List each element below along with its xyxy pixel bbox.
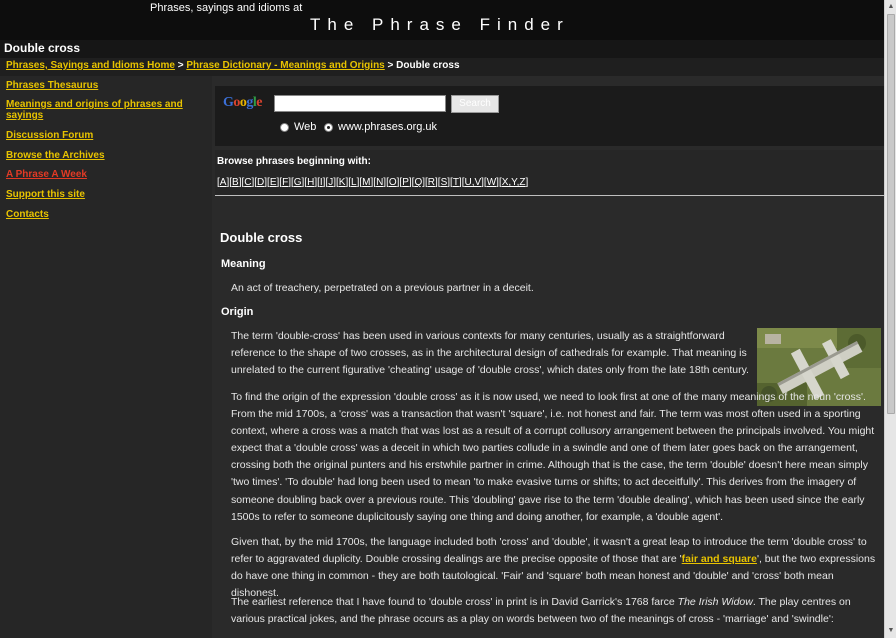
sidebar-item-contacts[interactable]: Contacts bbox=[6, 209, 201, 220]
page-title: Double cross bbox=[4, 41, 81, 55]
sidebar-item-meanings-origins[interactable]: Meanings and origins of phrases and sayi… bbox=[6, 99, 201, 121]
search-button[interactable]: Search bbox=[451, 95, 499, 113]
letter-link[interactable]: O bbox=[389, 177, 397, 188]
radio-web-label: Web bbox=[294, 121, 317, 133]
breadcrumb-current: Double cross bbox=[396, 60, 460, 71]
letter-link[interactable]: B bbox=[232, 177, 239, 188]
origin-paragraph-3: Given that, by the mid 1700s, the langua… bbox=[231, 534, 881, 602]
letter-link[interactable]: R bbox=[428, 177, 435, 188]
sidebar-item-phrase-a-week[interactable]: A Phrase A Week bbox=[6, 169, 201, 180]
scroll-thumb[interactable] bbox=[887, 14, 895, 414]
sidebar-item-discussion-forum[interactable]: Discussion Forum bbox=[6, 130, 201, 141]
article-title: Double cross bbox=[220, 230, 303, 245]
search-panel: Google Search Web www.phrases.org.uk bbox=[215, 86, 884, 146]
letter-link[interactable]: U,V bbox=[464, 177, 481, 188]
search-input[interactable] bbox=[274, 95, 446, 112]
play-title: The Irish Widow bbox=[677, 596, 753, 608]
sidebar-item-phrases-thesaurus[interactable]: Phrases Thesaurus bbox=[6, 80, 201, 91]
letter-link[interactable]: G bbox=[294, 177, 302, 188]
letter-link[interactable]: M bbox=[362, 177, 370, 188]
letter-link[interactable]: X,Y,Z bbox=[502, 177, 526, 188]
meaning-heading: Meaning bbox=[221, 258, 266, 270]
page-heading-bar: Double cross bbox=[0, 40, 884, 58]
radio-site[interactable] bbox=[324, 123, 333, 132]
radio-web[interactable] bbox=[280, 123, 289, 132]
breadcrumb-bar: Phrases, Sayings and Idioms Home > Phras… bbox=[0, 58, 884, 76]
radio-site-label: www.phrases.org.uk bbox=[338, 121, 438, 133]
origin-paragraph-4: The earliest reference that I have found… bbox=[231, 594, 881, 628]
sidebar-item-support-site[interactable]: Support this site bbox=[6, 189, 201, 200]
paragraph-text: The earliest reference that I have found… bbox=[231, 596, 678, 608]
google-logo: Google bbox=[223, 95, 262, 110]
site-header: Phrases, sayings and idioms at The Phras… bbox=[0, 0, 884, 40]
letter-index: [A][B][C][D][E][F][G][H][I][J][K][L][M][… bbox=[217, 177, 528, 188]
origin-heading: Origin bbox=[221, 306, 254, 318]
letter-link[interactable]: W bbox=[487, 177, 496, 188]
meaning-text: An act of treachery, perpetrated on a pr… bbox=[231, 282, 534, 294]
site-title[interactable]: The Phrase Finder bbox=[310, 15, 570, 35]
vertical-scrollbar[interactable]: ▲ ▼ bbox=[884, 0, 896, 638]
breadcrumb-separator: > bbox=[177, 60, 184, 71]
letter-bracket: ] bbox=[525, 177, 529, 188]
letter-link[interactable]: P bbox=[402, 177, 409, 188]
origin-paragraph-2: To find the origin of the expression 'do… bbox=[231, 391, 875, 523]
origin-paragraph-1: The term 'double-cross' has been used in… bbox=[231, 330, 749, 377]
breadcrumb-dictionary-link[interactable]: Phrase Dictionary - Meanings and Origins bbox=[186, 60, 384, 71]
sidebar: Phrases Thesaurus Meanings and origins o… bbox=[0, 76, 212, 638]
scroll-down-icon[interactable]: ▼ bbox=[887, 626, 895, 636]
breadcrumb: Phrases, Sayings and Idioms Home > Phras… bbox=[6, 60, 460, 71]
breadcrumb-home-link[interactable]: Phrases, Sayings and Idioms Home bbox=[6, 60, 175, 71]
fair-and-square-link[interactable]: fair and square bbox=[682, 553, 757, 565]
browse-label: Browse phrases beginning with: bbox=[217, 156, 371, 167]
sidebar-item-browse-archives[interactable]: Browse the Archives bbox=[6, 150, 201, 161]
header-tagline: Phrases, sayings and idioms at bbox=[150, 2, 303, 14]
breadcrumb-separator: > bbox=[387, 60, 394, 71]
browse-panel: Browse phrases beginning with: [A][B][C]… bbox=[215, 150, 884, 196]
letter-link[interactable]: E bbox=[270, 177, 277, 188]
scroll-up-icon[interactable]: ▲ bbox=[887, 2, 895, 12]
